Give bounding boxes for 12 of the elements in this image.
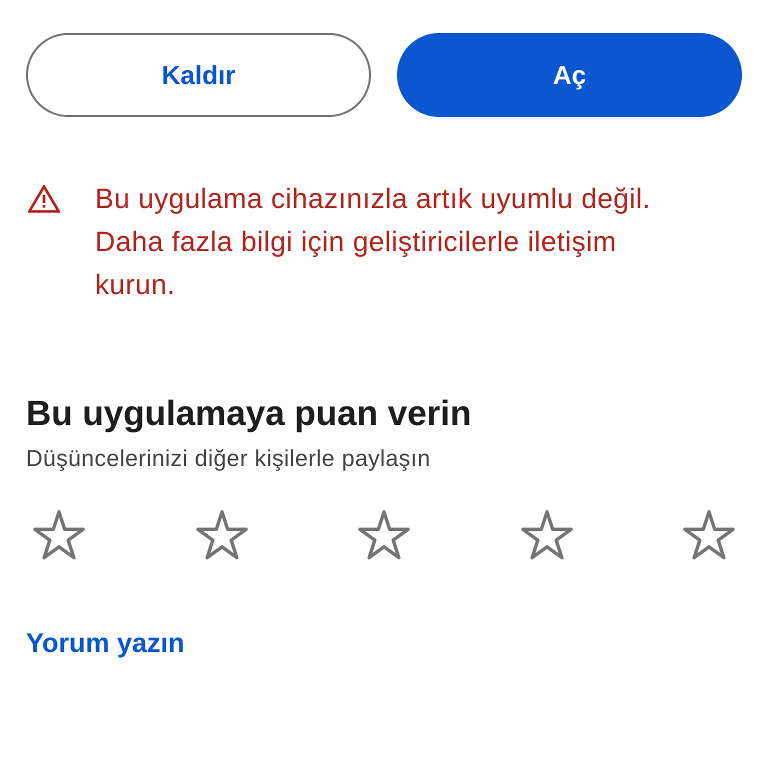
star-outline-icon[interactable] [194,510,248,561]
uninstall-button[interactable]: Kaldır [26,33,371,117]
compatibility-warning: Bu uygulama cihazınızla artık uyumlu değil. Daha fazla bilgi için geliştiricilerle iletişim kurun. [95,182,652,302]
star-outline-icon[interactable] [682,510,736,561]
rating-title: Bu uygulamaya puan verin [26,394,472,434]
star-outline-icon[interactable] [32,510,86,561]
star-outline-icon[interactable] [520,510,574,561]
open-button[interactable]: Aç [397,33,742,117]
rating-subtitle: Düşüncelerinizi diğer kişilerle paylaşın [26,444,432,472]
star-outline-icon[interactable] [357,510,411,561]
write-review-link[interactable]: Yorum yazın [26,627,185,659]
warning-icon [28,185,60,213]
